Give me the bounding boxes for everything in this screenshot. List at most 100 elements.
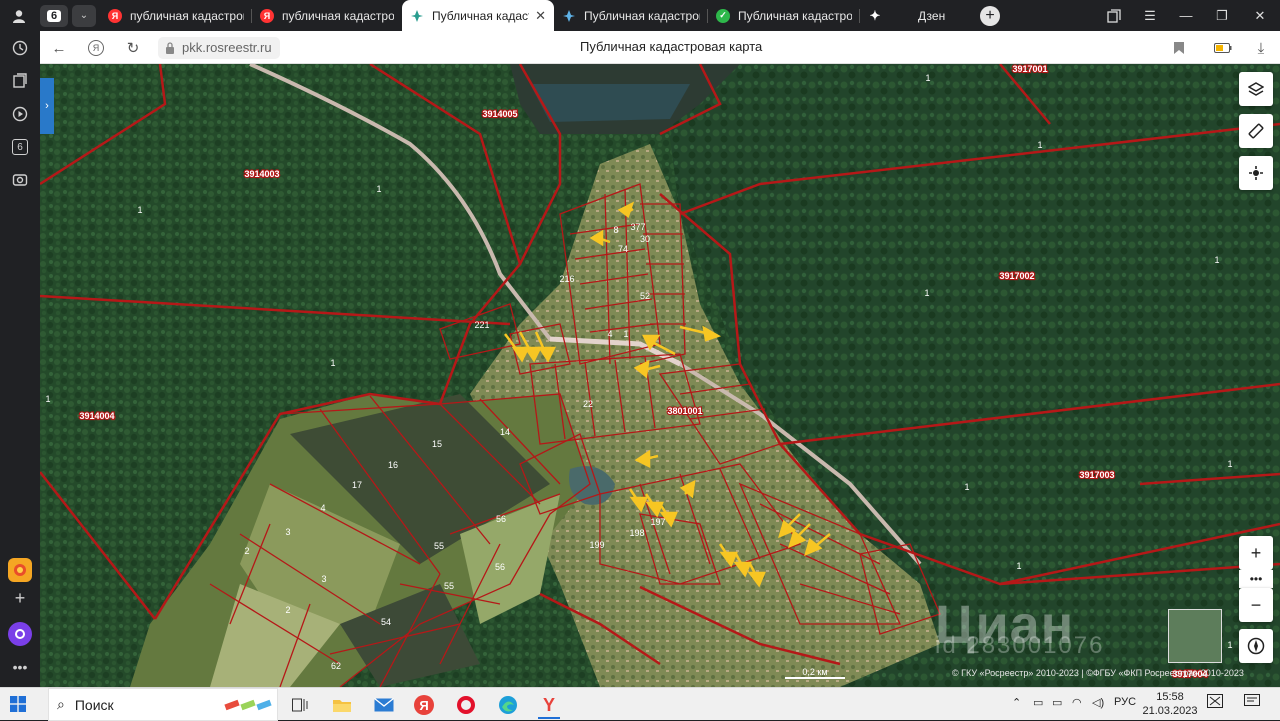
tab-1[interactable]: Я публичная кадастрова: [100, 0, 252, 31]
notifications-icon[interactable]: [1244, 694, 1260, 711]
collections-icon[interactable]: [10, 71, 30, 91]
restore-button[interactable]: ❐: [1204, 0, 1240, 31]
parcel-label: 1: [137, 205, 142, 215]
meet-icon[interactable]: ▭: [1033, 696, 1043, 709]
parcel-label: 216: [559, 274, 574, 284]
yandex-browser-icon[interactable]: Я: [414, 695, 434, 715]
language-indicator[interactable]: РУС: [1114, 696, 1136, 708]
ruler-icon[interactable]: [1239, 114, 1273, 148]
url-field[interactable]: pkk.rosreestr.ru: [158, 37, 280, 59]
satellite-map-canvas[interactable]: 3914005 3914003 3914004 3917001 3917002 …: [40, 64, 1280, 687]
parcel-label: 52: [640, 291, 650, 301]
keyboard-icon[interactable]: [1207, 694, 1223, 711]
system-clock[interactable]: 15:58 21.03.2023: [1142, 690, 1198, 718]
tab-2[interactable]: Я публичная кадастрова: [252, 0, 402, 31]
address-bar: ← Я ↻ pkk.rosreestr.ru Публичная кадастр…: [40, 31, 1280, 64]
overview-minimap[interactable]: [1168, 609, 1222, 663]
check-icon: ✓: [716, 8, 730, 23]
minimize-button[interactable]: —: [1168, 0, 1204, 31]
tab-3-active[interactable]: Публичная кадастро ✕: [402, 0, 554, 31]
windows-start-icon[interactable]: [10, 696, 26, 712]
back-button[interactable]: ←: [48, 37, 70, 59]
locate-icon[interactable]: [1239, 156, 1273, 190]
tab-count-button[interactable]: 6: [40, 4, 68, 27]
quarter-label: 3917001: [1012, 64, 1047, 74]
opera-icon[interactable]: [455, 694, 477, 716]
tab-4[interactable]: Публичная кадастрова: [554, 0, 708, 31]
screenshot-icon[interactable]: [10, 170, 30, 190]
edge-icon[interactable]: [497, 694, 519, 716]
chevron-up-icon[interactable]: ⌃: [1012, 696, 1021, 709]
parcel-label: 15: [432, 439, 442, 449]
parcel-label: 198: [629, 528, 644, 538]
tab-count-icon[interactable]: 6: [10, 137, 30, 157]
compass-icon[interactable]: [1239, 629, 1273, 663]
taskbar: ⌕ Поиск Я Y ⌃ ▭ ▭ ◠ ◁) РУС 15:58 21.03.2…: [0, 687, 1280, 721]
parcel-label: 1: [376, 184, 381, 194]
chevron-down-icon[interactable]: ⌄: [72, 4, 96, 27]
reload-button[interactable]: ↻: [122, 37, 144, 59]
parcel-label: 62: [331, 661, 341, 671]
quarter-label: 3917003: [1079, 470, 1114, 480]
parcel-label: 1: [1227, 459, 1232, 469]
parcel-label: 1: [1016, 561, 1021, 571]
panel-expand-button[interactable]: ›: [40, 78, 54, 134]
collections-icon[interactable]: [1096, 0, 1132, 31]
layers-icon[interactable]: [1239, 72, 1273, 106]
zoom-in-button[interactable]: +: [1239, 536, 1273, 570]
quarter-label: 3914003: [244, 169, 279, 179]
parcel-label: 221: [474, 320, 489, 330]
profile-icon[interactable]: [0, 0, 38, 31]
parcel-label: 1: [964, 482, 969, 492]
parcel-label: 3: [285, 527, 290, 537]
search-icon: ⌕: [57, 696, 65, 712]
add-app-icon[interactable]: +: [10, 588, 30, 608]
rosreestr-icon: [410, 9, 424, 23]
parcel-label: 56: [495, 562, 505, 572]
yandex-icon: Я: [108, 8, 122, 23]
parcel-label: 1: [330, 358, 335, 368]
parcel-label: 4: [607, 329, 612, 339]
dzen-icon: ✦: [869, 7, 881, 23]
parcel-label: 2: [285, 605, 290, 615]
search-highlight-icon: [224, 699, 272, 710]
wifi-icon[interactable]: ◠: [1072, 696, 1082, 709]
battery-icon[interactable]: ▭: [1052, 696, 1062, 709]
parcel-label: 3: [321, 574, 326, 584]
cadastral-map[interactable]: 3914005 3914003 3914004 3917001 3917002 …: [40, 64, 1280, 687]
app-shortcut-icon[interactable]: [8, 558, 32, 582]
close-tab-icon[interactable]: ✕: [535, 8, 546, 24]
menu-icon[interactable]: ☰: [1132, 0, 1168, 31]
quarter-label: 3914005: [482, 109, 517, 119]
tab-5[interactable]: ✓ Публичная кадастрова: [708, 0, 860, 31]
volume-icon[interactable]: ◁): [1092, 696, 1104, 709]
download-icon[interactable]: ⤓: [1250, 37, 1272, 59]
file-explorer-icon[interactable]: [331, 694, 353, 716]
parcel-label: 55: [444, 581, 454, 591]
battery-saver-icon[interactable]: [1212, 37, 1234, 59]
yandex-home-icon[interactable]: Я: [85, 37, 107, 59]
yandex-app-icon[interactable]: Y: [538, 694, 560, 719]
bookmark-icon[interactable]: [1168, 37, 1190, 59]
new-tab-button[interactable]: +: [980, 5, 1000, 26]
more-icon[interactable]: •••: [10, 657, 30, 677]
more-icon[interactable]: •••: [1239, 570, 1273, 588]
task-view-icon[interactable]: [289, 694, 311, 716]
parcel-label: 55: [434, 541, 444, 551]
browser-sidebar: 6 + •••: [0, 31, 40, 687]
quarter-label: 3917002: [999, 271, 1034, 281]
zoom-out-button[interactable]: −: [1239, 588, 1273, 622]
history-icon[interactable]: [10, 38, 30, 58]
rosreestr-icon: [562, 9, 576, 23]
taskbar-search[interactable]: ⌕ Поиск: [48, 688, 278, 721]
parcel-label: 8: [613, 225, 618, 235]
media-icon[interactable]: [10, 104, 30, 124]
tab-6[interactable]: ✦ Дзен: [860, 0, 970, 31]
close-window-button[interactable]: ✕: [1242, 0, 1278, 31]
parcel-label: 1: [1214, 255, 1219, 265]
mail-icon[interactable]: [373, 694, 395, 716]
watermark-id: id 283001076: [935, 632, 1105, 659]
parcel-label: 1: [924, 288, 929, 298]
alice-icon[interactable]: [8, 622, 32, 646]
tab-strip: 6 ⌄ Я публичная кадастрова Я публичная к…: [0, 0, 1280, 31]
